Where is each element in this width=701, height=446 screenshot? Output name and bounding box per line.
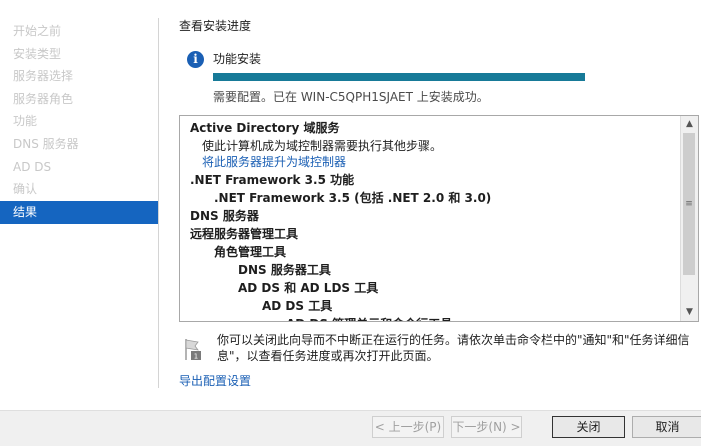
scrollbar-thumb[interactable]: ≡: [683, 133, 695, 275]
nav-item[interactable]: DNS 服务器: [0, 133, 158, 156]
next-button[interactable]: 下一步(N) >: [451, 416, 522, 438]
result-item: AD DS 工具: [262, 299, 333, 313]
results-content: Active Directory 域服务使此计算机成为域控制器需要执行其他步骤。…: [190, 119, 680, 321]
chevron-down-icon[interactable]: ▼: [681, 304, 698, 321]
nav-item[interactable]: 结果: [0, 200, 158, 224]
promote-domain-controller-link[interactable]: 将此服务器提升为域控制器: [190, 153, 680, 171]
chevron-up-icon[interactable]: ▲: [681, 116, 698, 133]
result-item: Active Directory 域服务: [190, 121, 340, 135]
result-item: .NET Framework 3.5 功能: [190, 173, 355, 187]
result-item: 角色管理工具: [214, 245, 287, 259]
nav-item[interactable]: 服务器角色: [0, 88, 158, 111]
nav-item[interactable]: 服务器选择: [0, 65, 158, 88]
result-item: 远程服务器管理工具: [190, 227, 299, 241]
installation-status: 需要配置。已在 WIN-C5QPH1SJAET 上安装成功。: [213, 90, 489, 104]
result-item: AD DS 和 AD LDS 工具: [238, 281, 379, 295]
nav-item[interactable]: 安装类型: [0, 43, 158, 66]
info-icon: i: [187, 51, 204, 68]
result-item: DNS 服务器工具: [238, 263, 331, 277]
feature-installation-label: 功能安装: [213, 52, 262, 66]
result-item: 使此计算机成为域控制器需要执行其他步骤。: [202, 139, 443, 153]
nav-item[interactable]: AD DS: [0, 156, 158, 179]
results-list[interactable]: Active Directory 域服务使此计算机成为域控制器需要执行其他步骤。…: [179, 115, 699, 322]
navigation-divider: [158, 18, 159, 388]
close-button[interactable]: 关闭: [552, 416, 625, 438]
installation-progress-bar: [213, 73, 585, 81]
nav-item[interactable]: 功能: [0, 110, 158, 133]
cancel-button[interactable]: 取消: [632, 416, 701, 438]
flag-icon: 1: [185, 339, 201, 361]
export-configuration-link[interactable]: 导出配置设置: [179, 372, 251, 389]
progress-fill: [213, 73, 585, 81]
page-title: 查看安装进度: [179, 19, 252, 33]
previous-button[interactable]: < 上一步(P): [372, 416, 444, 438]
result-item: DNS 服务器: [190, 209, 259, 223]
svg-text:1: 1: [194, 353, 198, 361]
result-item: .NET Framework 3.5 (包括 .NET 2.0 和 3.0): [214, 191, 492, 205]
result-item: AD DS 管理单元和命令行工具: [190, 315, 680, 321]
results-scrollbar[interactable]: ▲ ≡ ▼: [680, 116, 698, 321]
wizard-navigation: 开始之前 安装类型 服务器选择 服务器角色 功能 DNS 服务器 AD DS 确认 结果: [0, 0, 158, 410]
nav-item[interactable]: 开始之前: [0, 20, 158, 43]
background-task-notice: 你可以关闭此向导而不中断正在运行的任务。请依次单击命令栏中的"通知"和"任务详细…: [217, 333, 690, 363]
wizard-footer: < 上一步(P) 下一步(N) > 关闭 取消: [0, 410, 701, 446]
nav-item[interactable]: 确认: [0, 178, 158, 201]
